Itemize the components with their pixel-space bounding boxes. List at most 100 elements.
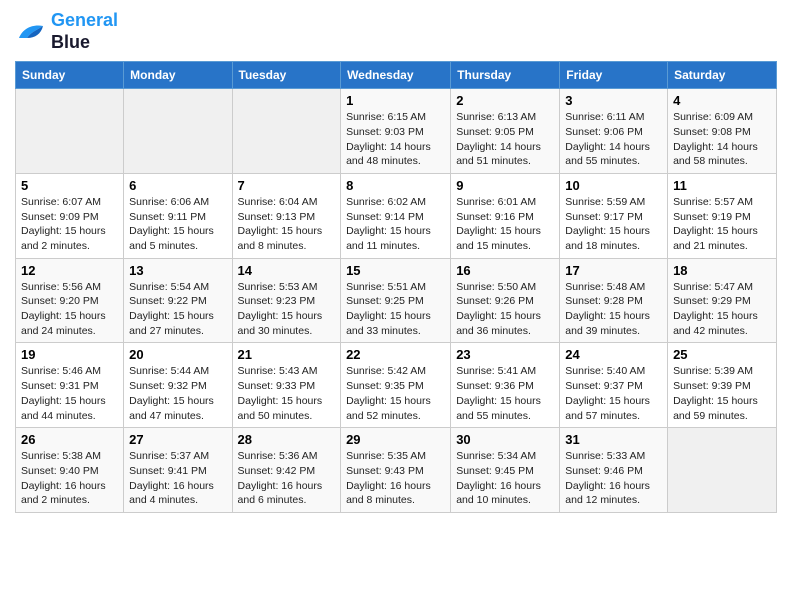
cell-info: Sunrise: 6:11 AMSunset: 9:06 PMDaylight:…: [565, 110, 662, 169]
calendar-cell: 24Sunrise: 5:40 AMSunset: 9:37 PMDayligh…: [560, 343, 668, 428]
day-header-friday: Friday: [560, 62, 668, 89]
calendar-cell: [124, 89, 232, 174]
day-number: 6: [129, 178, 226, 193]
calendar-cell: 18 Sunrise: 5:47 AMSunset: 9:29 PMDayligh…: [668, 258, 777, 343]
calendar-cell: 4 Sunrise: 6:09 AMSunset: 9:08 PMDaylight…: [668, 89, 777, 174]
day-number: 8: [346, 178, 445, 193]
calendar-cell: 13 Sunrise: 5:54 AMSunset: 9:22 PMDayligh…: [124, 258, 232, 343]
week-row-4: 19Sunrise: 5:46 AMSunset: 9:31 PMDayligh…: [16, 343, 777, 428]
cell-info: Sunrise: 6:06 AMSunset: 9:11 PMDaylight:…: [129, 195, 226, 254]
day-number: 13: [129, 263, 226, 278]
day-number: 15: [346, 263, 445, 278]
calendar-cell: 7 Sunrise: 6:04 AMSunset: 9:13 PMDaylight…: [232, 173, 341, 258]
day-header-sunday: Sunday: [16, 62, 124, 89]
calendar-cell: 8 Sunrise: 6:02 AMSunset: 9:14 PMDaylight…: [341, 173, 451, 258]
cell-info: Sunrise: 5:39 AMSunset: 9:39 PMDaylight:…: [673, 364, 771, 423]
cell-info: Sunrise: 5:44 AMSunset: 9:32 PMDaylight:…: [129, 364, 226, 423]
cell-info: Sunrise: 5:54 AMSunset: 9:22 PMDaylight:…: [129, 280, 226, 339]
cell-info: Sunrise: 5:35 AMSunset: 9:43 PMDaylight:…: [346, 449, 445, 508]
cell-info: Sunrise: 5:40 AMSunset: 9:37 PMDaylight:…: [565, 364, 662, 423]
week-row-2: 5Sunrise: 6:07 AMSunset: 9:09 PMDaylight…: [16, 173, 777, 258]
cell-info: Sunrise: 5:53 AMSunset: 9:23 PMDaylight:…: [238, 280, 336, 339]
day-number: 30: [456, 432, 554, 447]
cell-info: Sunrise: 5:37 AMSunset: 9:41 PMDaylight:…: [129, 449, 226, 508]
calendar-cell: 14 Sunrise: 5:53 AMSunset: 9:23 PMDayligh…: [232, 258, 341, 343]
calendar-cell: 6 Sunrise: 6:06 AMSunset: 9:11 PMDaylight…: [124, 173, 232, 258]
calendar-cell: 28 Sunrise: 5:36 AMSunset: 9:42 PMDayligh…: [232, 428, 341, 513]
calendar-cell: 29 Sunrise: 5:35 AMSunset: 9:43 PMDayligh…: [341, 428, 451, 513]
day-number: 4: [673, 93, 771, 108]
week-row-5: 26 Sunrise: 5:38 AMSunset: 9:40 PMDayligh…: [16, 428, 777, 513]
day-number: 29: [346, 432, 445, 447]
cell-info: Sunrise: 5:33 AMSunset: 9:46 PMDaylight:…: [565, 449, 662, 508]
day-number: 18: [673, 263, 771, 278]
calendar-cell: 3 Sunrise: 6:11 AMSunset: 9:06 PMDaylight…: [560, 89, 668, 174]
cell-info: Sunrise: 5:36 AMSunset: 9:42 PMDaylight:…: [238, 449, 336, 508]
day-number: 20: [129, 347, 226, 362]
calendar-cell: 17 Sunrise: 5:48 AMSunset: 9:28 PMDayligh…: [560, 258, 668, 343]
cell-info: Sunrise: 5:42 AMSunset: 9:35 PMDaylight:…: [346, 364, 445, 423]
day-header-monday: Monday: [124, 62, 232, 89]
cell-info: Sunrise: 5:38 AMSunset: 9:40 PMDaylight:…: [21, 449, 118, 508]
day-header-tuesday: Tuesday: [232, 62, 341, 89]
calendar-cell: 31 Sunrise: 5:33 AMSunset: 9:46 PMDayligh…: [560, 428, 668, 513]
day-number: 22: [346, 347, 445, 362]
calendar-cell: 23Sunrise: 5:41 AMSunset: 9:36 PMDayligh…: [451, 343, 560, 428]
cell-info: Sunrise: 5:56 AMSunset: 9:20 PMDaylight:…: [21, 280, 118, 339]
calendar-cell: 9 Sunrise: 6:01 AMSunset: 9:16 PMDaylight…: [451, 173, 560, 258]
calendar-cell: 25 Sunrise: 5:39 AMSunset: 9:39 PMDayligh…: [668, 343, 777, 428]
day-number: 14: [238, 263, 336, 278]
cell-info: Sunrise: 5:43 AMSunset: 9:33 PMDaylight:…: [238, 364, 336, 423]
logo: General Blue: [15, 10, 118, 53]
calendar-cell: 15 Sunrise: 5:51 AMSunset: 9:25 PMDayligh…: [341, 258, 451, 343]
cell-info: Sunrise: 6:09 AMSunset: 9:08 PMDaylight:…: [673, 110, 771, 169]
cell-info: Sunrise: 5:47 AMSunset: 9:29 PMDaylight:…: [673, 280, 771, 339]
cell-info: Sunrise: 5:51 AMSunset: 9:25 PMDaylight:…: [346, 280, 445, 339]
calendar-cell: 16Sunrise: 5:50 AMSunset: 9:26 PMDayligh…: [451, 258, 560, 343]
calendar-cell: 22 Sunrise: 5:42 AMSunset: 9:35 PMDayligh…: [341, 343, 451, 428]
cell-info: Sunrise: 6:02 AMSunset: 9:14 PMDaylight:…: [346, 195, 445, 254]
day-number: 9: [456, 178, 554, 193]
day-number: 28: [238, 432, 336, 447]
day-number: 16: [456, 263, 554, 278]
cell-info: Sunrise: 6:04 AMSunset: 9:13 PMDaylight:…: [238, 195, 336, 254]
page-header: General Blue: [15, 10, 777, 53]
day-number: 26: [21, 432, 118, 447]
day-number: 21: [238, 347, 336, 362]
week-row-3: 12 Sunrise: 5:56 AMSunset: 9:20 PMDayligh…: [16, 258, 777, 343]
day-number: 25: [673, 347, 771, 362]
calendar-cell: 10 Sunrise: 5:59 AMSunset: 9:17 PMDayligh…: [560, 173, 668, 258]
week-row-1: 1 Sunrise: 6:15 AMSunset: 9:03 PMDaylight…: [16, 89, 777, 174]
day-number: 17: [565, 263, 662, 278]
calendar-cell: [668, 428, 777, 513]
day-header-wednesday: Wednesday: [341, 62, 451, 89]
calendar-cell: 19Sunrise: 5:46 AMSunset: 9:31 PMDayligh…: [16, 343, 124, 428]
cell-info: Sunrise: 5:48 AMSunset: 9:28 PMDaylight:…: [565, 280, 662, 339]
calendar-cell: 1 Sunrise: 6:15 AMSunset: 9:03 PMDaylight…: [341, 89, 451, 174]
calendar-cell: 26 Sunrise: 5:38 AMSunset: 9:40 PMDayligh…: [16, 428, 124, 513]
day-number: 11: [673, 178, 771, 193]
cell-info: Sunrise: 6:15 AMSunset: 9:03 PMDaylight:…: [346, 110, 445, 169]
day-number: 10: [565, 178, 662, 193]
logo-text: General Blue: [51, 10, 118, 53]
cell-info: Sunrise: 5:34 AMSunset: 9:45 PMDaylight:…: [456, 449, 554, 508]
calendar-cell: 21 Sunrise: 5:43 AMSunset: 9:33 PMDayligh…: [232, 343, 341, 428]
cell-info: Sunrise: 5:46 AMSunset: 9:31 PMDaylight:…: [21, 364, 118, 423]
day-number: 2: [456, 93, 554, 108]
calendar-cell: 2Sunrise: 6:13 AMSunset: 9:05 PMDaylight…: [451, 89, 560, 174]
calendar-cell: 12 Sunrise: 5:56 AMSunset: 9:20 PMDayligh…: [16, 258, 124, 343]
calendar-cell: 30 Sunrise: 5:34 AMSunset: 9:45 PMDayligh…: [451, 428, 560, 513]
cell-info: Sunrise: 5:57 AMSunset: 9:19 PMDaylight:…: [673, 195, 771, 254]
day-number: 12: [21, 263, 118, 278]
day-number: 1: [346, 93, 445, 108]
calendar-table: SundayMondayTuesdayWednesdayThursdayFrid…: [15, 61, 777, 513]
cell-info: Sunrise: 6:01 AMSunset: 9:16 PMDaylight:…: [456, 195, 554, 254]
day-number: 3: [565, 93, 662, 108]
calendar-cell: 20 Sunrise: 5:44 AMSunset: 9:32 PMDayligh…: [124, 343, 232, 428]
logo-icon: [15, 18, 47, 46]
cell-info: Sunrise: 5:59 AMSunset: 9:17 PMDaylight:…: [565, 195, 662, 254]
calendar-cell: [16, 89, 124, 174]
calendar-cell: [232, 89, 341, 174]
day-number: 31: [565, 432, 662, 447]
day-number: 7: [238, 178, 336, 193]
